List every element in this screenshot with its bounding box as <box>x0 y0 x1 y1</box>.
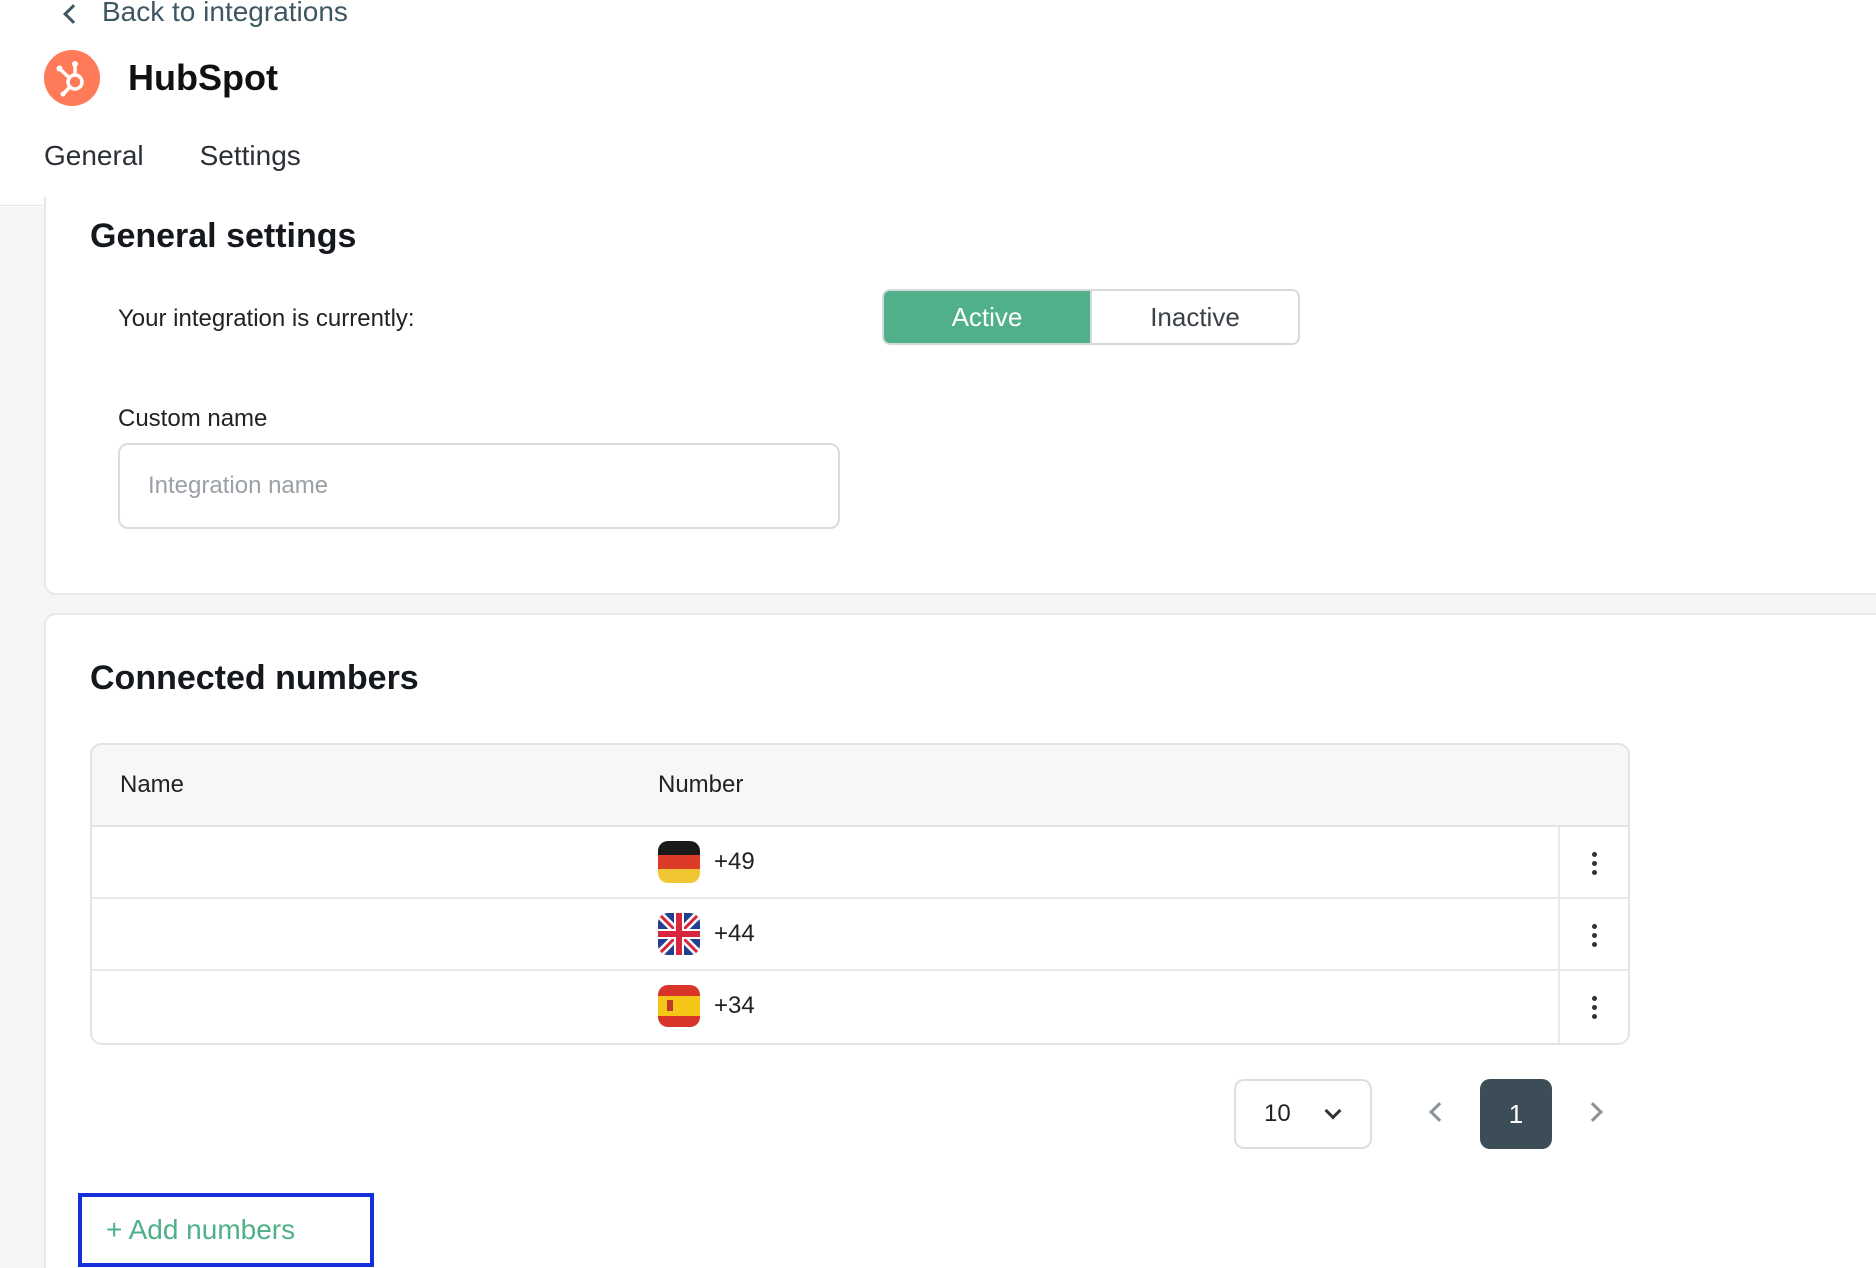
general-settings-title: General settings <box>90 217 357 255</box>
phone-number: +49 <box>714 848 755 875</box>
integration-status-label: Your integration is currently: <box>118 305 415 332</box>
integration-brand: HubSpot <box>44 50 278 106</box>
status-toggle: Active Inactive <box>882 289 1300 345</box>
spain-flag-icon <box>658 985 700 1027</box>
chevron-left-icon <box>63 4 83 24</box>
table-row[interactable]: +49 <box>92 827 1628 899</box>
back-link[interactable]: Back to integrations <box>63 0 348 27</box>
hubspot-logo-icon <box>44 50 100 106</box>
table-row[interactable]: +44 <box>92 899 1628 971</box>
column-header-number: Number <box>658 771 744 798</box>
page-title: HubSpot <box>128 57 278 98</box>
row-menu-button[interactable] <box>1558 827 1628 899</box>
phone-number: +34 <box>714 992 755 1019</box>
general-settings-card: General settings Your integration is cur… <box>44 197 1876 595</box>
number-cell: +44 <box>658 913 755 955</box>
content-area: General settings Your integration is cur… <box>0 197 1876 1268</box>
tab-bar: General Settings <box>44 140 301 201</box>
chevron-left-icon[interactable] <box>1429 1102 1449 1122</box>
add-numbers-button[interactable]: + Add numbers <box>78 1193 374 1267</box>
kebab-menu-icon <box>1591 995 1597 1019</box>
pagination-current-page[interactable]: 1 <box>1480 1079 1552 1149</box>
tab-general[interactable]: General <box>44 140 144 201</box>
number-cell: +34 <box>658 985 755 1027</box>
tab-settings[interactable]: Settings <box>200 140 301 200</box>
page-size-select[interactable]: 10 <box>1234 1079 1372 1149</box>
uk-flag-icon <box>658 913 700 955</box>
row-menu-button[interactable] <box>1558 899 1628 971</box>
kebab-menu-icon <box>1591 923 1597 947</box>
connected-numbers-table: Name Number +49 +44 +34 <box>90 743 1630 1045</box>
active-toggle-button[interactable]: Active <box>884 291 1090 343</box>
column-header-name: Name <box>120 771 185 798</box>
inactive-toggle-button[interactable]: Inactive <box>1090 291 1298 343</box>
custom-name-label: Custom name <box>118 405 268 432</box>
number-cell: +49 <box>658 841 755 883</box>
row-menu-button[interactable] <box>1558 971 1628 1043</box>
integration-page: Back to integrations HubSpot General Set… <box>0 0 1876 1268</box>
chevron-down-icon <box>1324 1102 1342 1120</box>
integration-name-input[interactable] <box>118 443 840 529</box>
connected-numbers-title: Connected numbers <box>90 659 419 697</box>
chevron-right-icon[interactable] <box>1583 1102 1603 1122</box>
connected-numbers-card: Connected numbers Name Number +49 +44 +3… <box>44 613 1876 1268</box>
table-row[interactable]: +34 <box>92 971 1628 1043</box>
back-link-label: Back to integrations <box>102 0 348 27</box>
page-size-value: 10 <box>1264 1100 1291 1127</box>
germany-flag-icon <box>658 841 700 883</box>
kebab-menu-icon <box>1591 851 1597 875</box>
phone-number: +44 <box>714 920 755 947</box>
page-header: Back to integrations HubSpot General Set… <box>0 0 1876 206</box>
table-header: Name Number <box>92 745 1628 827</box>
